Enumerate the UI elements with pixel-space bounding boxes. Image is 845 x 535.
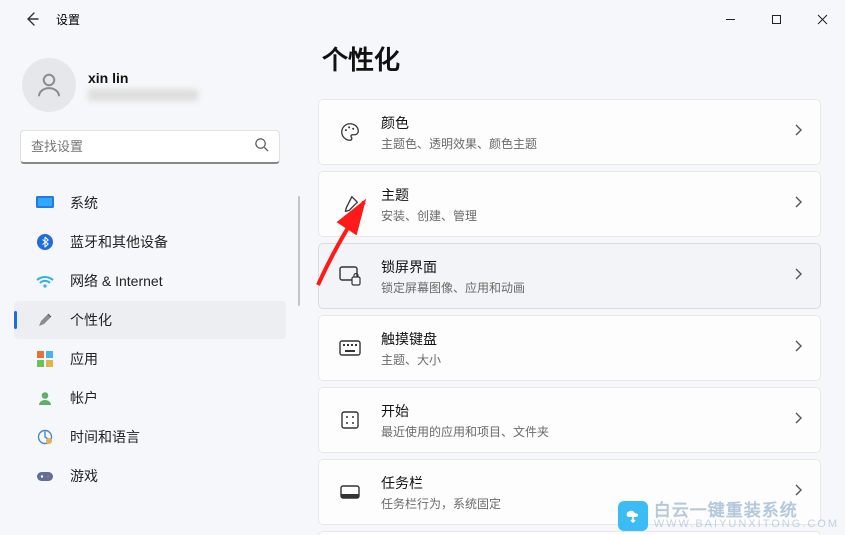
sidebar-item-personalization[interactable]: 个性化 — [14, 301, 286, 339]
watermark-text: 白云一键重装系统 — [654, 502, 839, 519]
card-subtitle: 最近使用的应用和项目、文件夹 — [381, 423, 792, 440]
minimize-icon — [725, 14, 736, 25]
start-icon — [337, 410, 363, 430]
personalize-icon — [36, 311, 54, 329]
sidebar-item-label: 帐户 — [70, 388, 98, 408]
card-subtitle: 锁定屏幕图像、应用和动画 — [381, 279, 792, 296]
avatar — [22, 58, 76, 112]
sidebar-item-label: 网络 & Internet — [70, 271, 163, 291]
watermark: 白云一键重装系统 WWW.BAIYUNXITONG.COM — [618, 501, 839, 531]
lockscreen-icon — [337, 265, 363, 287]
sidebar-item-accounts[interactable]: 帐户 — [14, 379, 286, 417]
chevron-right-icon — [792, 411, 804, 429]
card-lockscreen[interactable]: 锁屏界面 锁定屏幕图像、应用和动画 — [318, 243, 821, 309]
account-icon — [36, 389, 54, 407]
card-fonts[interactable]: AA 字体 — [318, 531, 821, 535]
card-subtitle: 安装、创建、管理 — [381, 207, 792, 224]
card-themes[interactable]: 主题 安装、创建、管理 — [318, 171, 821, 237]
titlebar: 设置 — [0, 0, 845, 38]
maximize-icon — [771, 14, 782, 25]
page-title: 个性化 — [322, 40, 821, 77]
sidebar-item-network[interactable]: 网络 & Internet — [14, 262, 286, 300]
bluetooth-icon — [36, 233, 54, 251]
card-colors[interactable]: 颜色 主题色、透明效果、颜色主题 — [318, 99, 821, 165]
back-arrow-icon — [24, 11, 40, 27]
card-touch-keyboard[interactable]: 触摸键盘 主题、大小 — [318, 315, 821, 381]
watermark-url: WWW.BAIYUNXITONG.COM — [654, 519, 839, 530]
window-controls — [707, 0, 845, 38]
gaming-icon — [36, 467, 54, 485]
app-title: 设置 — [56, 11, 80, 28]
watermark-badge-icon — [618, 501, 648, 531]
user-text: xin lin — [88, 70, 198, 101]
card-title: 触摸键盘 — [381, 329, 792, 349]
card-subtitle: 主题、大小 — [381, 351, 792, 368]
sidebar-item-label: 蓝牙和其他设备 — [70, 232, 168, 252]
sidebar-scrollbar[interactable] — [298, 196, 300, 306]
sidebar-item-label: 时间和语言 — [70, 427, 140, 447]
nav-list: 系统 蓝牙和其他设备 网络 & Internet — [8, 184, 292, 495]
card-subtitle: 主题色、透明效果、颜色主题 — [381, 135, 792, 152]
chevron-right-icon — [792, 123, 804, 141]
close-button[interactable] — [799, 0, 845, 38]
close-icon — [817, 14, 828, 25]
card-title: 开始 — [381, 401, 792, 421]
back-button[interactable] — [22, 9, 42, 29]
sidebar-item-label: 游戏 — [70, 466, 98, 486]
person-icon — [34, 70, 64, 100]
sidebar-item-label: 个性化 — [70, 310, 112, 330]
search-input[interactable] — [31, 139, 254, 154]
card-title: 主题 — [381, 185, 792, 205]
card-start[interactable]: 开始 最近使用的应用和项目、文件夹 — [318, 387, 821, 453]
time-language-icon — [36, 428, 54, 446]
sidebar-item-gaming[interactable]: 游戏 — [14, 457, 286, 495]
settings-card-list: 颜色 主题色、透明效果、颜色主题 主题 安装、创建、管理 — [318, 99, 821, 535]
card-title: 锁屏界面 — [381, 257, 792, 277]
apps-icon — [36, 350, 54, 368]
sidebar-item-time-language[interactable]: 时间和语言 — [14, 418, 286, 456]
sidebar-item-label: 系统 — [70, 193, 98, 213]
sidebar: xin lin 系统 — [0, 38, 300, 535]
main-content: 个性化 颜色 主题色、透明效果、颜色主题 — [300, 38, 845, 535]
chevron-right-icon — [792, 195, 804, 213]
chevron-right-icon — [792, 339, 804, 357]
card-title: 颜色 — [381, 113, 792, 133]
sidebar-item-system[interactable]: 系统 — [14, 184, 286, 222]
user-block[interactable]: xin lin — [8, 46, 292, 130]
chevron-right-icon — [792, 483, 804, 501]
chevron-right-icon — [792, 267, 804, 285]
minimize-button[interactable] — [707, 0, 753, 38]
palette-icon — [337, 121, 363, 143]
search-box[interactable] — [20, 130, 280, 164]
keyboard-icon — [337, 339, 363, 357]
card-title: 任务栏 — [381, 473, 792, 493]
brush-icon — [337, 193, 363, 215]
network-icon — [36, 272, 54, 290]
search-icon — [254, 137, 269, 157]
user-name: xin lin — [88, 70, 198, 86]
sidebar-item-label: 应用 — [70, 349, 98, 369]
settings-window: 设置 xin lin — [0, 0, 845, 535]
sidebar-item-bluetooth[interactable]: 蓝牙和其他设备 — [14, 223, 286, 261]
system-icon — [36, 194, 54, 212]
user-email-blurred — [88, 89, 198, 101]
sidebar-item-apps[interactable]: 应用 — [14, 340, 286, 378]
maximize-button[interactable] — [753, 0, 799, 38]
taskbar-icon — [337, 484, 363, 500]
